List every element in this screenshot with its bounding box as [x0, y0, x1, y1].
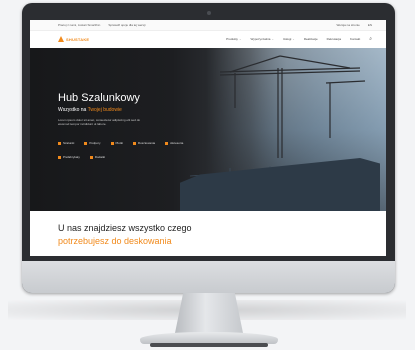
nav-item-label: Kontakt: [350, 37, 361, 41]
top-info-bar: Pracuj z nami, zostań Smartfinn Sprawdź …: [30, 20, 386, 31]
nav-item-uslugi[interactable]: Usługi⌄: [283, 37, 295, 41]
logo-mark-icon: [58, 36, 64, 42]
chevron-down-icon: ⌄: [292, 37, 295, 41]
category-link[interactable]: Prefabrykaty: [58, 155, 80, 159]
category-link[interactable]: Rusztowania: [132, 141, 156, 145]
nav-item-realizacje[interactable]: Realizacje: [304, 37, 318, 41]
nav-item-rekrutacja[interactable]: Rekrutacja: [327, 37, 341, 41]
website-screen: Pracuj z nami, zostań Smartfinn Sprawdź …: [30, 20, 386, 256]
nav-item-kontakt[interactable]: Kontakt: [350, 37, 360, 41]
subtitle-highlight: Twojej budowie: [87, 107, 122, 113]
monitor-chin: [22, 261, 395, 293]
hero-title: Hub Szalunkowy: [58, 92, 140, 104]
category-label: Płotki: [115, 141, 123, 145]
logo[interactable]: SHUSTAKE: [58, 36, 89, 42]
category-bullet-icon: [58, 155, 61, 159]
category-bullet-icon: [89, 155, 93, 159]
category-bullet-icon: [58, 141, 61, 145]
nav-item-label: Realizacje: [303, 37, 318, 41]
category-link[interactable]: Szalunki: [58, 141, 74, 145]
camera-icon: [207, 11, 211, 15]
topbar-link[interactable]: Pracuj z nami, zostań Smartfinn: [58, 23, 100, 27]
nav-item-produkty[interactable]: Produkty⌄: [226, 37, 241, 41]
category-label: Szalunki: [63, 141, 75, 145]
section-heading-highlight: potrzebujesz do deskowania: [58, 236, 172, 246]
category-bullet-icon: [84, 141, 88, 145]
nav-item-label: Wypożyczalnia: [250, 37, 271, 41]
category-link[interactable]: Akcesoria: [165, 141, 183, 145]
nav-item-label: Produkty: [226, 37, 238, 41]
search-icon[interactable]: ⌕: [369, 36, 372, 42]
nav-menu: Produkty⌄ Wypożyczalnia⌄ Usługi⌄ Realiza…: [226, 36, 372, 42]
subtitle-prefix: Wszystko na: [58, 107, 88, 113]
section-heading: U nas znajdziesz wszystko czego: [58, 223, 192, 233]
category-bullet-icon: [165, 141, 169, 145]
category-label: Podpory: [89, 141, 101, 145]
main-navbar: SHUSTAKE Produkty⌄ Wypożyczalnia⌄ Usługi…: [30, 31, 386, 47]
category-bullet-icon: [132, 141, 136, 145]
monitor-foot: [150, 343, 268, 347]
hero-description: Lorem ipsum dolor sit amet, consectetur …: [58, 118, 141, 126]
category-link[interactable]: Płotki: [110, 141, 123, 145]
category-link[interactable]: Podpory: [84, 141, 101, 145]
hero-banner: Hub Szalunkowy Wszystko na Twojej budowi…: [30, 48, 386, 211]
hero-subtitle: Wszystko na Twojej budowie: [58, 107, 122, 113]
chevron-down-icon: ⌄: [238, 37, 242, 41]
nav-item-wypozyczalnia[interactable]: Wypożyczalnia⌄: [250, 37, 274, 41]
chevron-down-icon: ⌄: [271, 37, 274, 41]
category-label: Akcesoria: [170, 141, 184, 145]
topbar-link[interactable]: Wersja na stronie: [337, 23, 360, 27]
monitor-stand: [175, 293, 243, 333]
topbar-link[interactable]: Sprawdź opcje dla tej wersji: [108, 23, 145, 27]
category-link[interactable]: Dodatki: [89, 155, 106, 159]
intro-section: U nas znajdziesz wszystko czego potrzebu…: [30, 211, 386, 256]
category-label: Prefabrykaty: [63, 155, 80, 159]
category-bullet-icon: [110, 141, 114, 145]
nav-item-label: Rekrutacja: [326, 37, 341, 41]
category-label: Dodatki: [94, 155, 106, 159]
logo-text: SHUSTAKE: [66, 36, 90, 42]
category-links: Szalunki Podpory Płotki Rusztowania Akce…: [58, 141, 198, 159]
category-label: Rusztowania: [137, 141, 156, 145]
nav-item-label: Usługi: [282, 37, 292, 41]
language-switch[interactable]: EN: [368, 23, 372, 27]
